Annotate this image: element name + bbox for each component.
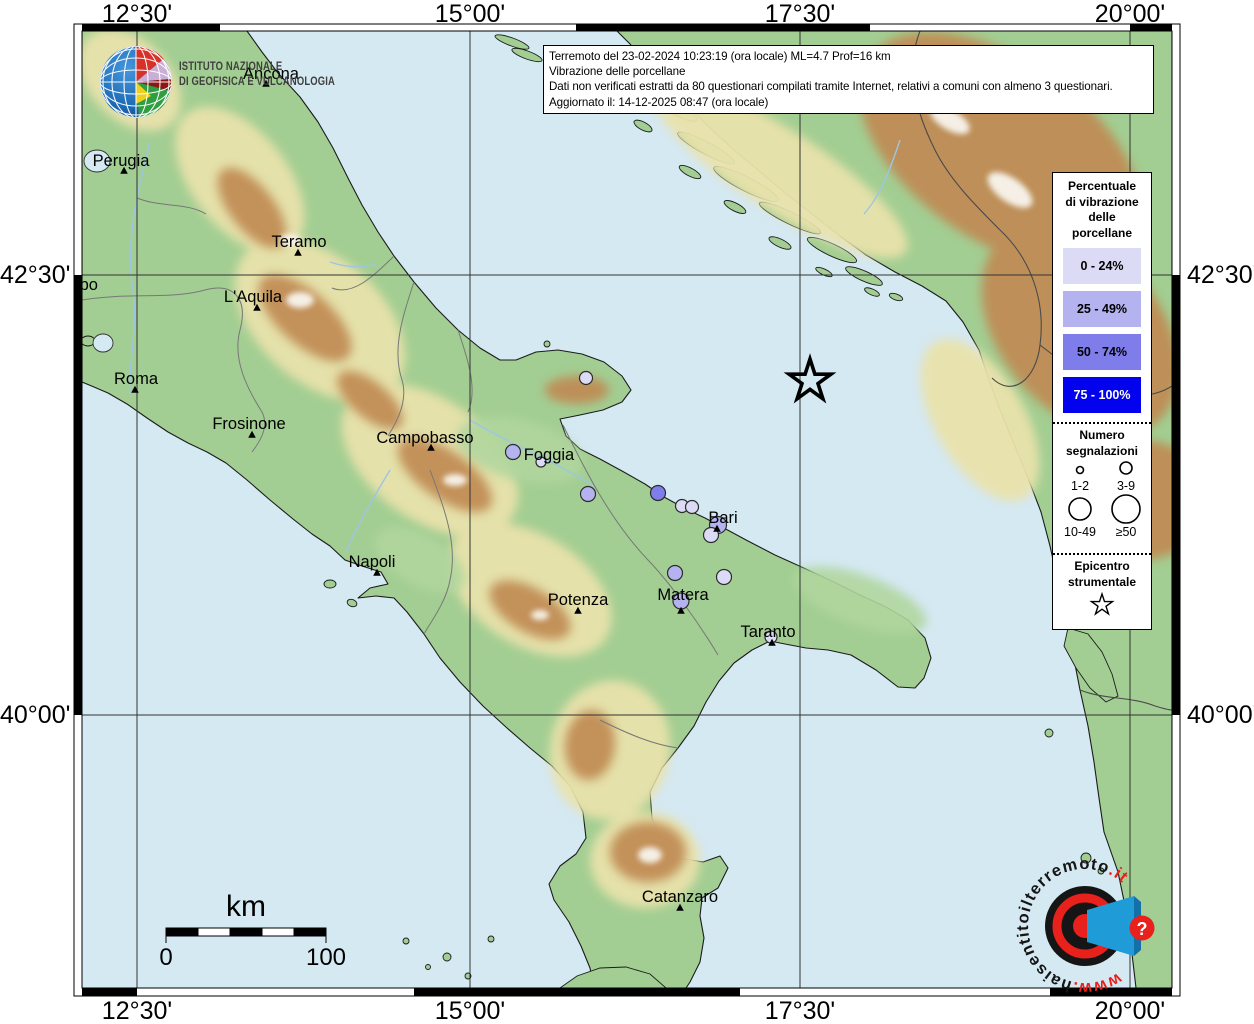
legend-percent-title: di vibrazione [1065,194,1139,209]
felt-report-circle [684,499,700,515]
count-label: 3-9 [1117,479,1135,493]
city-label: Frosinone [212,415,285,433]
count-label: 1-2 [1071,479,1089,493]
legend-separator: Numero segnalazioni [1053,422,1151,459]
legend-percent-title: delle [1088,210,1116,224]
ingv-logo-line1: ISTITUTO NAZIONALE [179,61,283,73]
city-label: Foggia [524,446,575,464]
legend-class-swatch: 50 - 74% [1063,334,1141,370]
event-info-line: Terremoto del 23-02-2024 10:23:19 (ora l… [549,50,891,63]
event-info-line: Dati non verificati estratti da 80 quest… [549,80,1113,94]
legend-epicenter-title: Epicentro [1074,559,1130,573]
city-label: Perugia [93,152,151,170]
legend-counts-title: Numero [1079,428,1125,442]
count-circle [1068,497,1092,521]
city-label: Catanzaro [642,888,718,906]
count-circles: 1-2 3-9 10-49 ≥50 [1064,461,1141,539]
scale-bar-end: 100 [306,944,346,971]
legend-percent-title: Percentuale [1067,179,1137,193]
question-mark: ? [1137,919,1148,939]
felt-report-circle [579,485,597,503]
city-label: Matera [657,586,709,604]
city-label: Taranto [740,623,795,641]
count-label: ≥50 [1116,525,1137,539]
legend-star-canvas [1089,591,1115,616]
legend-class-swatch: 25 - 49% [1063,291,1141,327]
city-label: Potenza [548,591,609,609]
felt-report-circle [504,443,522,461]
city-label: Bari [708,509,737,527]
event-info-line: Aggiornato il: 14-12-2025 08:47 (ora loc… [549,95,769,109]
ingv-logo-globe [100,46,172,118]
city-label: Roma [114,370,159,388]
event-info-box: Terremoto del 23-02-2024 10:23:19 (ora l… [543,45,1154,114]
count-circle [1075,465,1085,475]
legend-epicenter-star [1089,591,1115,616]
legend-percent-title: porcellane [1071,225,1133,240]
count-label: 10-49 [1064,525,1096,539]
ingv-logo-text: ISTITUTO NAZIONALE DI GEOFISICA E VULCAN… [179,60,335,90]
city-label: Campobasso [376,429,473,447]
legend-counts-title: segnalazioni [1065,443,1139,458]
legend-epicenter-symbol [1053,590,1151,623]
scale-bar-title: km [226,890,266,923]
felt-report-circle [715,568,733,586]
count-circle [1119,461,1133,475]
shakemap-page: Perugia Ancona Teramo L'Aquila Viterbo Roma Fr… [0,0,1254,1024]
legend-class-swatch: 75 - 100% [1063,377,1141,413]
legend-epicenter-title: strumentale [1067,574,1137,589]
felt-report-circle [578,370,594,386]
felt-report-circle [666,564,684,582]
city-label: Napoli [349,553,396,571]
city-label: Viterbo [46,276,98,294]
city-label: Teramo [271,233,326,251]
legend-separator: Epicentro strumentale [1053,553,1151,590]
legend-count-symbols: 1-2 3-9 10-49 ≥50 [1053,459,1151,544]
haisentitoilterremoto-logo: www.haisentitoilterremoto.it ? [1014,855,1155,997]
event-info-line: Vibrazione delle porcellane [549,65,686,79]
ingv-logo-line2: DI GEOFISICA E VULCANOLOGIA [179,76,336,88]
scale-bar-start: 0 [159,944,172,971]
felt-report-circle [649,484,667,502]
count-circle [1111,494,1141,524]
legend-panel: Percentuale di vibrazione delle porcellane 0… [1052,172,1152,630]
city-label: L'Aquila [224,288,283,306]
legend-class-swatch: 0 - 24% [1063,248,1141,284]
